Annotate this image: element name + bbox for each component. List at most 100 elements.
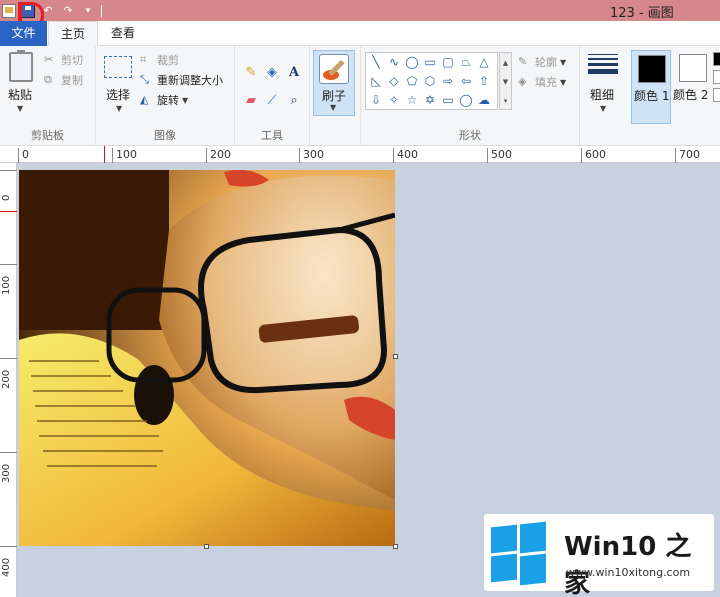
watermark-url: www.win10xitong.com [566,566,691,579]
ruler-label: 700 [675,148,700,163]
rotate-label: 旋转 [157,94,179,107]
oval-callout-shape-icon[interactable]: ◯ [457,91,475,109]
color1-swatch [638,55,666,83]
clipboard-icon [9,50,33,82]
scissors-icon: ✂ [44,53,54,66]
rectangle-shape-icon[interactable]: ▭ [421,53,439,71]
redo-icon: ↷ [63,4,73,17]
cut-button[interactable]: ✂ 剪切 [44,50,83,70]
color1-button[interactable]: 颜色 1 [631,50,671,124]
ruler-label: 0 [18,148,29,163]
eraser-icon[interactable]: ▰ [243,92,259,108]
ruler-label: 600 [581,148,606,163]
qat-separator [101,4,102,17]
select-label: 选择 [106,88,131,102]
tools-group-label: 工具 [261,129,283,142]
color2-swatch [679,54,707,82]
brushes-button[interactable]: 刷子 ▼ [313,50,355,116]
crop-label: 裁剪 [157,54,179,67]
palette-swatch[interactable] [713,88,720,102]
tab-home[interactable]: 主页 [48,21,98,47]
palette-swatch[interactable] [713,70,720,84]
undo-icon: ↶ [43,4,53,17]
chevron-down-icon: ▼ [116,104,123,113]
redo-button[interactable]: ↷ [58,0,78,21]
rotate-icon: ◭ [140,93,149,106]
title-bar: ↶ ↷ ▾ 123 - 画图 [0,0,720,28]
color1-label: 颜色 1 [634,89,670,103]
oval-shape-icon[interactable]: ◯ [403,53,421,71]
customize-qat-button[interactable]: ▾ [78,0,98,21]
curve-shape-icon[interactable]: ∿ [385,53,403,71]
ruler-label: 500 [487,148,512,163]
triangle-shape-icon[interactable]: △ [475,53,493,71]
down-arrow-shape-icon[interactable]: ⇩ [367,91,385,109]
watermark-title: Win10 之家 [564,532,692,597]
quick-access-toolbar: ↶ ↷ ▾ [0,0,105,21]
fill-bucket-icon[interactable]: ◈ [264,64,280,80]
copy-icon: ⧉ [44,73,52,86]
tab-view[interactable]: 查看 [100,21,146,46]
ruler-cursor-marker [104,146,105,163]
five-point-star-shape-icon[interactable]: ☆ [403,91,421,109]
canvas-image[interactable] [19,170,395,546]
outline-label: 轮廓 [535,56,557,69]
diamond-shape-icon[interactable]: ◇ [385,72,403,90]
ruler-label: 0 [1,194,12,201]
resize-handle-right[interactable] [393,354,398,359]
shapes-group-label: 形状 [459,129,481,142]
six-point-star-shape-icon[interactable]: ✡ [421,91,439,109]
ruler-label: 200 [1,369,12,389]
resize-icon: ⤡ [140,73,149,86]
magnifier-icon[interactable]: ⌕ [286,92,302,108]
expand-gallery-icon[interactable]: ▾ [500,91,511,110]
shapes-scroll[interactable]: ▲ ▼ ▾ [499,52,512,110]
tab-file[interactable]: 文件 [0,21,47,46]
resize-handle-corner[interactable] [393,544,398,549]
right-arrow-shape-icon[interactable]: ⇨ [439,72,457,90]
text-tool-icon[interactable]: A [286,64,302,80]
dropdown-arrow-icon: ▾ [85,5,91,16]
color-picker-icon[interactable]: ⟋ [264,92,280,108]
resize-handle-bottom[interactable] [204,544,209,549]
up-arrow-shape-icon[interactable]: ⇧ [475,72,493,90]
line-shape-icon[interactable]: ╲ [367,53,385,71]
palette-swatch[interactable] [713,52,720,66]
fill-button[interactable]: ◈ 填充 ▼ [518,72,566,92]
scroll-up-icon[interactable]: ▲ [500,53,511,72]
scroll-down-icon[interactable]: ▼ [500,72,511,91]
ruler-label: 200 [206,148,231,163]
color-palette [713,52,720,106]
horizontal-ruler: 0 100 200 300 400 500 600 700 [0,146,720,163]
rect-callout-shape-icon[interactable]: ▭ [439,91,457,109]
resize-label: 重新调整大小 [157,74,223,87]
paste-label: 粘贴 [8,88,33,102]
brush-icon [319,54,349,84]
photo-plush-with-glasses [19,170,395,546]
polygon-shape-icon[interactable]: ⏢ [457,53,475,71]
selection-rectangle-icon [104,56,132,78]
color2-button[interactable]: 颜色 2 [673,50,713,124]
hexagon-shape-icon[interactable]: ⬡ [421,72,439,90]
left-arrow-shape-icon[interactable]: ⇦ [457,72,475,90]
copy-button[interactable]: ⧉ 复制 [44,70,83,90]
crop-icon: ⌗ [140,53,147,66]
windows-logo-icon [491,521,547,586]
four-point-star-shape-icon[interactable]: ✧ [385,91,403,109]
crop-button[interactable]: ⌗ 裁剪 [140,50,179,70]
shapes-gallery: ╲ ∿ ◯ ▭ ▢ ⏢ △ ◺ ◇ ⬠ ⬡ ⇨ ⇦ ⇧ ⇩ ✧ ☆ ✡ ▭ ◯ … [365,52,498,110]
pentagon-shape-icon[interactable]: ⬠ [403,72,421,90]
chevron-down-icon: ▼ [182,95,189,105]
pencil-icon[interactable]: ✎ [243,64,259,80]
ruler-label: 400 [1,557,12,577]
right-triangle-shape-icon[interactable]: ◺ [367,72,385,90]
rotate-button[interactable]: ◭ 旋转 ▼ [140,90,188,110]
copy-label: 复制 [61,74,83,87]
resize-button[interactable]: ⤡ 重新调整大小 [140,70,223,90]
fill-icon: ◈ [518,75,527,88]
outline-icon: ✎ [518,55,528,68]
rounded-rectangle-shape-icon[interactable]: ▢ [439,53,457,71]
outline-button[interactable]: ✎ 轮廓 ▼ [518,52,566,72]
cloud-callout-shape-icon[interactable]: ☁ [475,91,493,109]
paint-app-icon[interactable] [2,3,16,18]
